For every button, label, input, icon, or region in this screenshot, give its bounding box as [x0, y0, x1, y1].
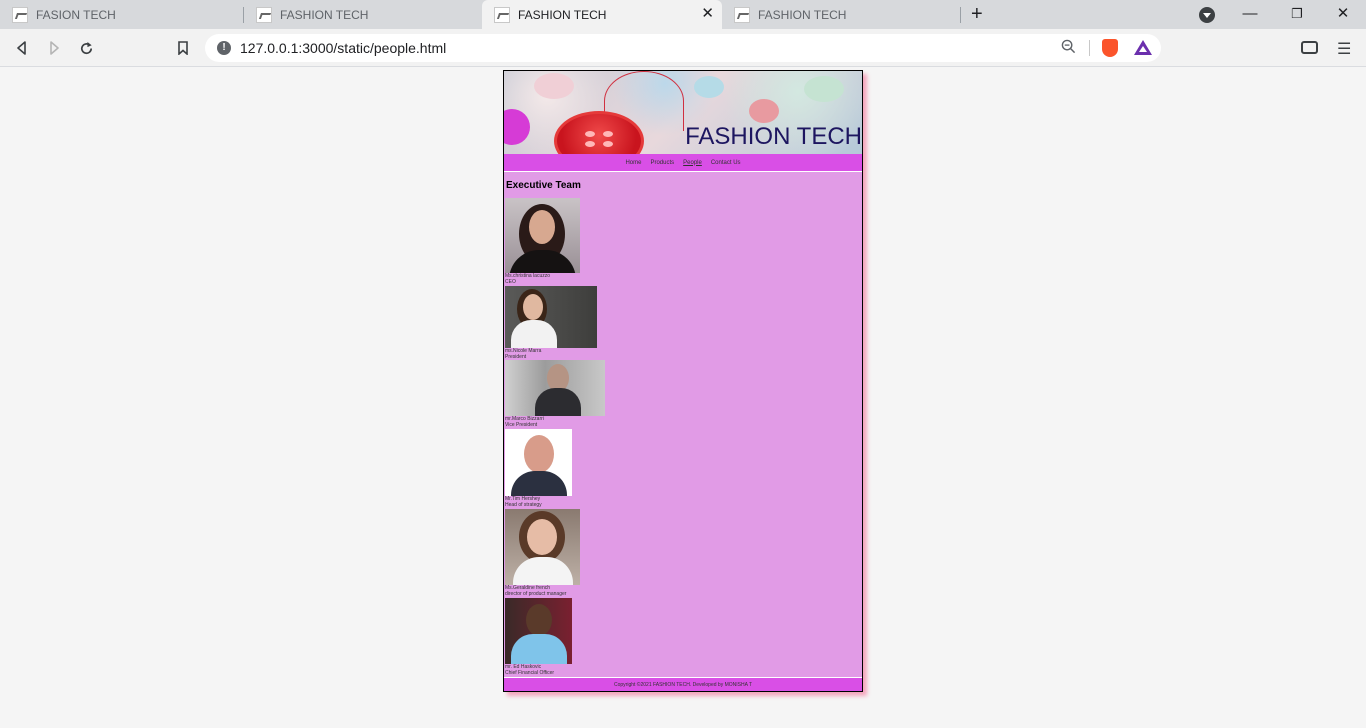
address-bar[interactable]: ! 127.0.0.1:3000/static/people.html [205, 34, 1161, 62]
tab-title: FASION TECH [36, 7, 116, 22]
person-photo [505, 286, 597, 348]
page-container: FASHION TECH Home Products People Contac… [503, 70, 863, 692]
face-shape [523, 294, 543, 320]
person-photo [505, 360, 605, 416]
person-card: mr.Marco Bizzarri Vice President [505, 360, 605, 428]
url-text[interactable]: 127.0.0.1:3000/static/people.html [240, 40, 446, 56]
body-shape [511, 471, 567, 496]
tab-2[interactable]: FASHION TECH [244, 0, 482, 29]
site-footer: Copyright ©2021 FASHION TECH. Developed … [504, 677, 862, 691]
tab-search-icon[interactable] [1199, 7, 1215, 23]
browser-toolbar: ! 127.0.0.1:3000/static/people.html ☰ [0, 29, 1366, 67]
menu-icon[interactable]: ☰ [1337, 39, 1351, 59]
reload-icon[interactable] [76, 38, 96, 58]
section-title: Executive Team [506, 180, 581, 191]
zoom-icon[interactable] [1061, 39, 1076, 57]
new-tab-button[interactable]: + [971, 4, 983, 24]
face-shape [526, 604, 552, 636]
person-photo [505, 598, 572, 664]
body-shape [509, 250, 576, 273]
body-shape [511, 320, 557, 348]
person-role: director of product manager [505, 591, 567, 597]
favicon-icon [734, 6, 750, 23]
close-tab-icon[interactable]: ✕ [701, 6, 714, 22]
body-shape [513, 557, 573, 585]
person-role: Chief Financial Officer [505, 670, 555, 676]
decorative-button-image [534, 73, 574, 99]
person-role: Head of strategy [505, 502, 542, 508]
person-photo [505, 509, 580, 585]
person-card: Mr.Tim Hershey Head of strategy [505, 429, 572, 508]
tab-4[interactable]: FASHION TECH [722, 0, 960, 29]
favicon-icon [494, 6, 510, 23]
decorative-button-image [749, 99, 779, 123]
close-window-button[interactable]: ✕ [1328, 5, 1358, 23]
decorative-button-image [694, 76, 724, 98]
body-shape [511, 634, 567, 664]
favicon-icon [12, 6, 28, 23]
restore-button[interactable]: ❐ [1282, 5, 1312, 23]
tab-title: FASHION TECH [280, 7, 369, 22]
button-hole [585, 131, 595, 137]
body-shape [535, 388, 581, 416]
header-banner: FASHION TECH [504, 71, 862, 154]
tab-title: FASHION TECH [758, 7, 847, 22]
face-shape [524, 435, 554, 473]
forward-icon[interactable] [44, 38, 64, 58]
face-shape [529, 210, 555, 244]
nav-people[interactable]: People [683, 160, 702, 166]
wallet-icon[interactable] [1301, 41, 1318, 54]
nav-divider [504, 171, 862, 172]
divider [1089, 40, 1090, 56]
person-role: CEO [505, 279, 516, 285]
button-hole [603, 141, 613, 147]
bookmark-icon[interactable] [173, 38, 193, 58]
nav-contact-us[interactable]: Contact Us [711, 160, 741, 166]
tab-separator [960, 7, 961, 23]
person-photo [505, 429, 572, 496]
person-card: ms.Nicole Marra President [505, 286, 597, 360]
site-nav: Home Products People Contact Us [504, 154, 862, 171]
face-shape [527, 519, 557, 555]
nav-home[interactable]: Home [625, 160, 641, 166]
tab-1[interactable]: FASION TECH [0, 0, 243, 29]
person-role: Vice President [505, 422, 538, 428]
minimize-button[interactable]: — [1235, 5, 1265, 23]
person-photo [505, 198, 580, 273]
button-hole [585, 141, 595, 147]
person-card: mr. Ed Haskovic Chief Financial Officer [505, 598, 572, 676]
brave-shields-icon[interactable] [1102, 39, 1118, 57]
button-hole [603, 131, 613, 137]
favicon-icon [256, 6, 272, 23]
nav-products[interactable]: Products [650, 160, 674, 166]
tab-3-active[interactable]: FASHION TECH ✕ [482, 0, 722, 29]
person-card: Ms.Geraldine french director of product … [505, 509, 580, 597]
tab-strip: FASION TECH FASHION TECH FASHION TECH ✕ … [0, 0, 1366, 29]
back-icon[interactable] [12, 38, 32, 58]
brave-rewards-icon[interactable] [1134, 40, 1152, 55]
decorative-button-image [504, 109, 530, 145]
site-title: FASHION TECH [685, 123, 862, 150]
decorative-button-image [804, 76, 844, 102]
info-icon[interactable]: ! [217, 41, 231, 55]
tab-title: FASHION TECH [518, 7, 607, 22]
person-card: Ms.christina lacuzzo CEO [505, 198, 580, 285]
